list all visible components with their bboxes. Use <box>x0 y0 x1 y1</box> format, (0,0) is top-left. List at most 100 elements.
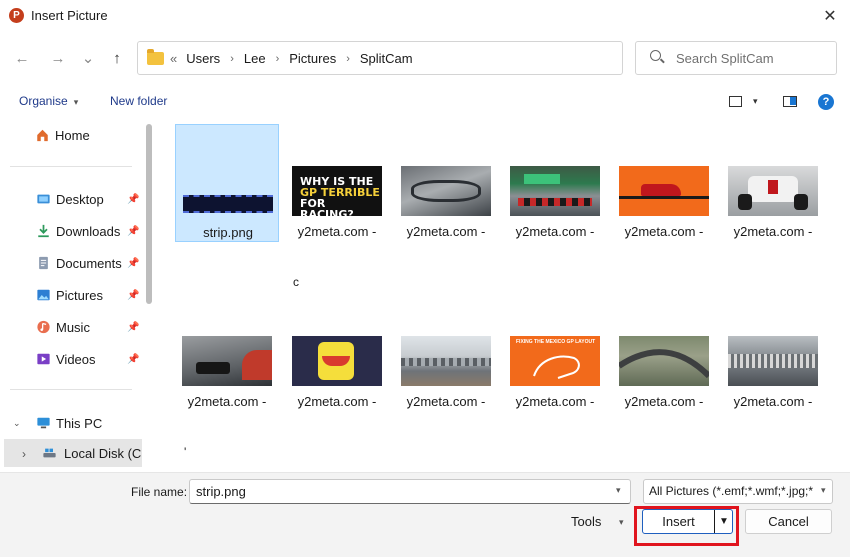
pin-icon[interactable]: 📌 <box>127 194 139 205</box>
file-item[interactable]: y2meta.com - <box>394 124 498 242</box>
breadcrumb-separator-icon[interactable]: › <box>276 53 280 65</box>
content-scrollbar[interactable] <box>836 119 850 469</box>
tools-button[interactable]: Tools <box>571 514 601 529</box>
insert-button-label[interactable]: Insert <box>643 510 714 533</box>
cancel-button[interactable]: Cancel <box>745 509 832 534</box>
file-item-strip[interactable]: strip.png <box>175 124 279 242</box>
back-button[interactable]: ← <box>10 46 34 70</box>
file-item[interactable]: y2meta.com - <box>612 294 716 412</box>
pin-icon[interactable]: 📌 <box>127 226 139 237</box>
sidebar-item-label: Documents <box>56 255 122 271</box>
file-name-label: y2meta.com - <box>624 224 704 239</box>
file-thumbnail <box>510 166 600 216</box>
videos-icon <box>37 353 50 365</box>
help-icon[interactable]: ? <box>818 94 834 110</box>
sidebar-item-home[interactable]: Home <box>0 121 142 149</box>
file-name-label: y2meta.com - <box>624 394 704 409</box>
home-icon <box>37 129 48 142</box>
file-thumbnail <box>183 185 273 219</box>
tools-caret-down-icon[interactable]: ▾ <box>619 517 624 528</box>
pin-icon[interactable]: 📌 <box>127 290 139 301</box>
file-type-select[interactable]: All Pictures (*.emf;*.wmf;*.jpg;* <box>643 479 833 504</box>
sidebar-item-documents[interactable]: Documents 📌 <box>0 249 142 277</box>
chevron-right-icon[interactable]: › <box>22 447 26 461</box>
pin-icon[interactable]: 📌 <box>127 354 139 365</box>
sidebar-item-pictures[interactable]: Pictures 📌 <box>0 281 142 309</box>
file-thumbnail <box>728 336 818 386</box>
organise-button[interactable]: Organise ▾ <box>19 94 78 108</box>
new-folder-button[interactable]: New folder <box>110 94 167 108</box>
file-item[interactable]: y2meta.com - <box>721 294 825 412</box>
thumbnail-text: FOR RACING? <box>300 197 354 216</box>
search-input[interactable]: Search SplitCam <box>676 51 774 66</box>
close-icon: ✕ <box>823 8 837 25</box>
up-button[interactable]: ↑ <box>105 46 129 70</box>
file-type-dropdown-icon[interactable]: ▾ <box>818 485 826 496</box>
breadcrumb: « Users › Lee › Pictures › SplitCam <box>170 51 413 66</box>
file-name-label: y2meta.com - <box>515 394 595 409</box>
preview-pane-icon[interactable] <box>783 96 797 107</box>
breadcrumb-users[interactable]: Users <box>186 51 220 66</box>
file-item[interactable]: FIXING THE MEXICO GP LAYOUT y2meta.com - <box>503 294 607 412</box>
search-icon <box>650 50 661 61</box>
file-item[interactable]: y2meta.com - <box>285 294 389 412</box>
recent-locations-button[interactable]: ⌄ <box>76 46 100 70</box>
sidebar-item-label: Downloads <box>56 223 121 239</box>
file-thumbnail <box>619 166 709 216</box>
window-title: Insert Picture <box>31 8 108 23</box>
file-thumbnail: WHY IS THE GP TERRIBLE FOR RACING? <box>292 166 382 216</box>
sidebar-item-label: This PC <box>56 415 103 431</box>
file-item[interactable]: y2meta.com - <box>175 294 279 412</box>
breadcrumb-splitcam[interactable]: SplitCam <box>360 51 413 66</box>
chevron-down-icon[interactable]: ⌄ <box>13 418 21 429</box>
file-name-continuation: ' <box>184 445 187 459</box>
sidebar-item-this-pc[interactable]: ⌄ This PC <box>0 409 142 437</box>
pin-icon[interactable]: 📌 <box>127 322 139 333</box>
sidebar-divider <box>10 166 132 167</box>
file-item[interactable]: WHY IS THE GP TERRIBLE FOR RACING? y2met… <box>285 124 389 242</box>
insert-button[interactable]: Insert ▼ <box>642 509 733 534</box>
organise-label: Organise <box>19 94 68 108</box>
file-name-label: y2meta.com - <box>297 224 377 239</box>
pin-icon[interactable]: 📌 <box>127 258 139 269</box>
forward-button[interactable]: → <box>46 46 70 70</box>
file-name-input[interactable]: strip.png <box>189 479 631 504</box>
breadcrumb-pictures[interactable]: Pictures <box>289 51 336 66</box>
sidebar-item-local-disk[interactable]: › Local Disk (C: <box>4 439 142 467</box>
insert-dropdown-icon[interactable]: ▼ <box>717 510 731 533</box>
dialog-footer: File name: strip.png ▾ All Pictures (*.e… <box>0 472 850 557</box>
file-thumbnail <box>619 336 709 386</box>
powerpoint-icon: P <box>9 8 24 23</box>
music-icon <box>37 320 50 334</box>
address-bar[interactable]: « Users › Lee › Pictures › SplitCam ⌄ ↻ <box>137 41 743 75</box>
search-box[interactable]: Search SplitCam <box>635 41 837 75</box>
sidebar-item-desktop[interactable]: Desktop 📌 <box>0 185 142 213</box>
file-name-label: y2meta.com - <box>406 394 486 409</box>
breadcrumb-separator-icon[interactable]: › <box>230 53 234 65</box>
sidebar-item-music[interactable]: Music 📌 <box>0 313 142 341</box>
file-item[interactable]: y2meta.com - <box>612 124 716 242</box>
breadcrumb-lee[interactable]: Lee <box>244 51 266 66</box>
file-name-label: y2meta.com - <box>187 394 267 409</box>
file-name-label: y2meta.com - <box>733 394 813 409</box>
view-caret-down-icon[interactable]: ▾ <box>753 96 758 107</box>
file-name-label: y2meta.com - <box>406 224 486 239</box>
file-name-label: y2meta.com - <box>733 224 813 239</box>
close-button[interactable]: ✕ <box>810 0 850 32</box>
pictures-icon <box>37 289 50 301</box>
file-item[interactable]: y2meta.com - <box>721 124 825 242</box>
sidebar-item-label: Home <box>55 127 90 143</box>
sidebar-item-label: Pictures <box>56 287 103 303</box>
breadcrumb-separator-icon[interactable]: › <box>346 53 350 65</box>
sidebar-item-downloads[interactable]: Downloads 📌 <box>0 217 142 245</box>
sidebar-item-videos[interactable]: Videos 📌 <box>0 345 142 373</box>
breadcrumb-overflow[interactable]: « <box>170 51 177 66</box>
file-thumbnail <box>401 336 491 386</box>
file-item[interactable]: y2meta.com - <box>394 294 498 412</box>
file-item[interactable]: y2meta.com - <box>503 124 607 242</box>
file-name-dropdown-icon[interactable]: ▾ <box>616 485 621 496</box>
view-options-icon[interactable] <box>729 96 742 107</box>
download-icon <box>38 224 49 238</box>
file-name-label: File name: <box>131 485 188 499</box>
folder-icon <box>147 49 164 65</box>
